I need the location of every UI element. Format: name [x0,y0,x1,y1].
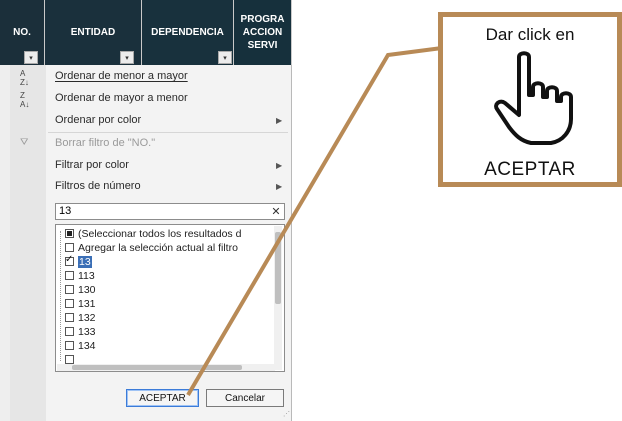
callout-pointer-polyline [186,46,443,397]
callout-top-text: Dar click en [485,25,575,44]
callout-bottom-text: ACEPTAR [484,160,576,180]
pointing-hand-icon [494,51,573,145]
